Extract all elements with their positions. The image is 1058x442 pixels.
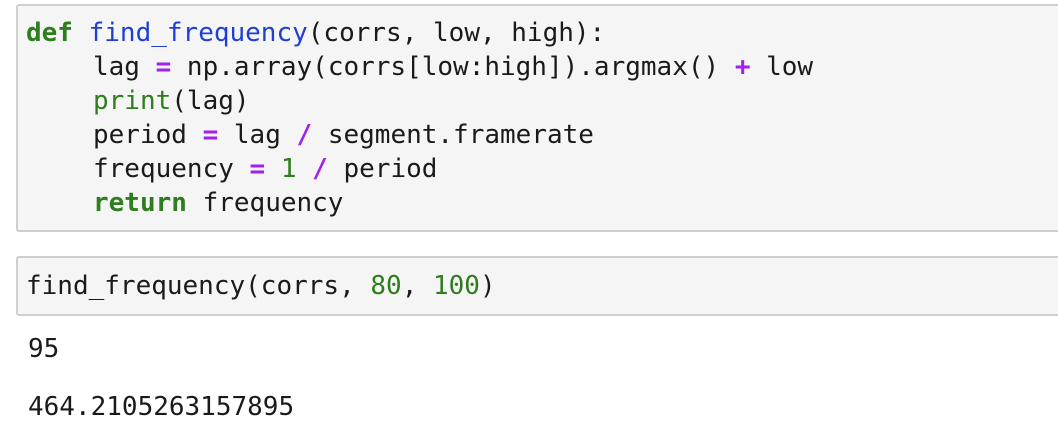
arg-low-literal: 80 (370, 271, 402, 301)
call-expression: find_frequency(corrs, (26, 271, 371, 301)
code-line-6: return frequency (26, 186, 343, 220)
print-args: (lag) (171, 86, 250, 116)
function-args: (corrs, low, high): (307, 18, 606, 48)
keyword-def: def (26, 18, 73, 48)
code-cell-function-call[interactable]: find_frequency(corrs, 80, 100) (16, 256, 1058, 316)
function-name: find_frequency (88, 18, 308, 48)
low-term: low (750, 52, 814, 82)
arg-separator: , (401, 271, 433, 301)
period-term: period (327, 154, 438, 184)
code-line-5: frequency = 1 / period (26, 152, 437, 186)
lag-lhs: lag (93, 52, 156, 82)
framerate-term: segment.framerate (312, 120, 594, 150)
return-value: frequency (186, 188, 344, 218)
assign-operator: = (202, 120, 219, 150)
arg-high-literal: 100 (433, 271, 480, 301)
lag-term: lag (218, 120, 297, 150)
plus-operator: + (734, 52, 751, 82)
code-line-2: lag = np.array(corrs[low:high]).argmax()… (26, 50, 813, 84)
code-line-4: period = lag / segment.framerate (26, 118, 594, 152)
divide-operator: / (312, 154, 328, 184)
call-line: find_frequency(corrs, 80, 100) (26, 269, 496, 303)
keyword-return: return (93, 188, 187, 218)
code-line-1: def find_frequency(corrs, low, high): (26, 16, 605, 50)
frequency-lhs: frequency (93, 154, 250, 184)
call-close-paren: ) (479, 271, 496, 301)
result-output: 464.2105263157895 (28, 392, 295, 422)
builtin-print: print (93, 86, 172, 116)
number-literal-1: 1 (280, 154, 297, 184)
assign-operator: = (249, 154, 266, 184)
code-line-3: print(lag) (26, 84, 250, 118)
argmax-expression: np.array(corrs[low:high]).argmax() (171, 52, 735, 82)
code-cell-function-definition[interactable]: def find_frequency(corrs, low, high): la… (16, 4, 1058, 232)
printed-output: 95 (28, 334, 60, 364)
assign-operator: = (155, 52, 172, 82)
period-lhs: period (93, 120, 203, 150)
divide-operator: / (296, 120, 313, 150)
